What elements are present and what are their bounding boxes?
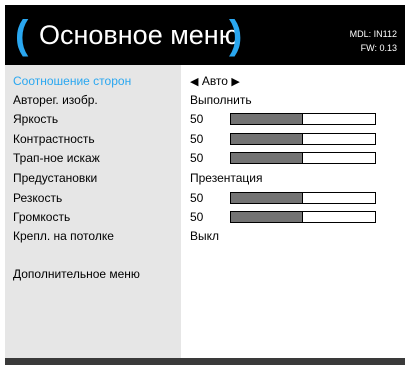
menu-item-brightness[interactable]: Яркость [13, 112, 58, 127]
brightness-slider-fill [231, 114, 303, 124]
keystone-slider-fill [231, 153, 303, 163]
aspect-ratio-value: Авто [201, 74, 228, 88]
menu-item-auto-image[interactable]: Авторег. изобр. [13, 93, 98, 108]
sharpness-slider-fill [231, 193, 303, 203]
sharpness-slider[interactable] [230, 192, 376, 204]
menu-item-presets[interactable]: Предустановки [13, 171, 97, 186]
aspect-ratio-selector[interactable]: ◀ Авто ▶ [190, 74, 240, 90]
title-paren-right: ) [229, 13, 243, 57]
keystone-slider[interactable] [230, 152, 376, 164]
menu-item-ceiling-mount[interactable]: Крепл. на потолке [13, 229, 114, 244]
page-title: Основное меню [39, 20, 239, 50]
keystone-value: 50 [190, 151, 204, 165]
volume-slider[interactable] [230, 211, 376, 223]
menu-header: ( Основное меню ) MDL: IN112 FW: 0.13 [5, 5, 405, 65]
contrast-slider-fill [231, 134, 303, 144]
title-paren-left: ( [15, 13, 29, 57]
menu-item-sharpness[interactable]: Резкость [13, 191, 62, 206]
contrast-value: 50 [190, 132, 204, 146]
arrow-left-icon[interactable]: ◀ [190, 76, 198, 88]
menu-item-keystone[interactable]: Трап-ное искаж [13, 151, 100, 166]
menu-item-advanced[interactable]: Дополнительное меню [13, 267, 140, 282]
model-number: MDL: IN112 [349, 29, 397, 39]
volume-value: 50 [190, 210, 204, 224]
brightness-value: 50 [190, 112, 204, 126]
auto-image-execute[interactable]: Выполнить [190, 93, 252, 108]
arrow-right-icon[interactable]: ▶ [231, 76, 239, 88]
menu-item-aspect-ratio[interactable]: Соотношение сторон [13, 74, 131, 89]
firmware-version: FW: 0.13 [360, 43, 397, 53]
sharpness-value: 50 [190, 191, 204, 205]
ceiling-mount-value[interactable]: Выкл [190, 229, 219, 244]
brightness-slider[interactable] [230, 113, 376, 125]
menu-item-contrast[interactable]: Контрастность [13, 132, 95, 147]
presets-value[interactable]: Презентация [190, 171, 263, 186]
volume-slider-fill [231, 212, 303, 222]
bottom-border [5, 358, 405, 365]
contrast-slider[interactable] [230, 133, 376, 145]
menu-item-volume[interactable]: Громкость [13, 210, 70, 225]
model-info: MDL: IN112 FW: 0.13 [350, 27, 397, 55]
